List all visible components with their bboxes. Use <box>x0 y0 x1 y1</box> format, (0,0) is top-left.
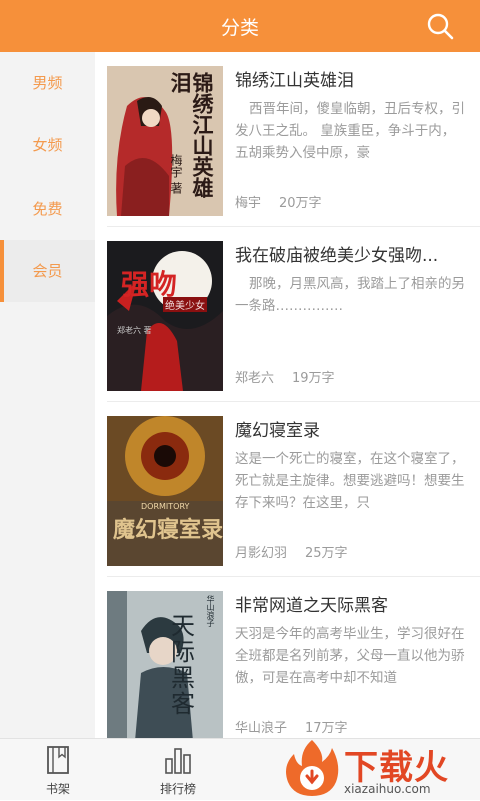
page-title: 分类 <box>220 17 259 39</box>
category-sidebar: 男频 女频 免费 会员 <box>0 52 95 738</box>
book-cover: DORMITORY 魔幻寝室录 <box>107 416 223 566</box>
book-word-count: 17万字 <box>305 721 348 736</box>
book-author: 华山浪子 <box>235 721 288 736</box>
cover-author: 郑老六 著 <box>117 326 152 335</box>
tab-label: 排行榜 <box>159 782 196 796</box>
book-description: 那晚，月黑风高，我踏上了相亲的另一条路…………… <box>235 276 465 314</box>
book-meta: 郑老六 19万字 <box>235 367 335 386</box>
sidebar-item-vip[interactable]: 会员 <box>0 240 95 302</box>
tab-label: 书架 <box>45 782 70 796</box>
list-item[interactable]: 锦绣江山英雄泪 梅宇 著 锦绣江山英雄泪 西晋年间，傻皇临朝，丑后专权，引发八王… <box>95 52 480 227</box>
tab-ranking[interactable]: 排行榜 <box>138 739 218 801</box>
book-title: 锦绣江山英雄泪 <box>235 71 354 91</box>
cover-title: 魔幻寝室录 <box>113 517 223 543</box>
list-item[interactable]: 强吻 绝美少女 郑老六 著 我在破庙被绝美少女强吻... 那晚，月黑风高，我踏上… <box>95 227 480 402</box>
sidebar-item-label: 男频 <box>32 74 63 92</box>
cover-title: 锦绣江山英雄泪 <box>168 72 215 198</box>
sidebar-item-label: 会员 <box>32 262 63 280</box>
top-app-bar: 分类 <box>0 0 480 52</box>
search-button[interactable] <box>426 12 454 40</box>
book-author: 郑老六 <box>235 371 275 386</box>
book-word-count: 25万字 <box>305 546 348 561</box>
book-description: 西晋年间，傻皇临朝，丑后专权，引发八王之乱。 皇族重臣，争斗于内，五胡乘势入侵中… <box>235 101 465 161</box>
list-item[interactable]: 天际黑客 华山浪子 非常网道之天际黑客 天羽是今年的高考毕业生，学习很好在全班都… <box>95 577 480 738</box>
tab-bookshelf[interactable]: 书架 <box>18 739 98 801</box>
book-word-count: 20万字 <box>279 196 322 211</box>
watermark-logo: 下载火 xiazaihuo.com <box>282 738 480 800</box>
sidebar-item-female[interactable]: 女频 <box>0 114 95 176</box>
flame-logo-icon <box>286 740 339 796</box>
book-word-count: 19万字 <box>292 371 335 386</box>
sidebar-item-label: 免费 <box>32 200 63 218</box>
ranking-icon <box>165 748 191 774</box>
watermark-url: xiazaihuo.com <box>344 782 431 796</box>
book-author: 梅宇 <box>235 196 262 211</box>
list-item[interactable]: DORMITORY 魔幻寝室录 魔幻寝室录 这是一个死亡的寝室，在这个寝室了，死… <box>95 402 480 577</box>
active-indicator <box>0 240 4 302</box>
book-cover: 强吻 绝美少女 郑老六 著 <box>107 241 223 391</box>
book-cover: 锦绣江山英雄泪 梅宇 著 <box>107 66 223 216</box>
book-title: 非常网道之天际黑客 <box>235 596 388 616</box>
book-title: 魔幻寝室录 <box>235 421 320 441</box>
book-meta: 梅宇 20万字 <box>235 192 322 211</box>
sidebar-item-free[interactable]: 免费 <box>0 178 95 240</box>
cover-subtitle: 绝美少女 <box>163 297 207 312</box>
book-author: 月影幻羽 <box>235 546 288 561</box>
sidebar-item-male[interactable]: 男频 <box>0 52 95 114</box>
book-list: 锦绣江山英雄泪 梅宇 著 锦绣江山英雄泪 西晋年间，傻皇临朝，丑后专权，引发八王… <box>95 52 480 738</box>
cover-author: 华山浪子 <box>206 595 215 627</box>
cover-subtitle: DORMITORY <box>141 502 190 511</box>
book-meta: 月影幻羽 25万字 <box>235 542 348 561</box>
book-description: 这是一个死亡的寝室，在这个寝室了，死亡就是主旋律。想要逃避吗！想要生存下来吗？在… <box>235 451 465 511</box>
book-title: 我在破庙被绝美少女强吻... <box>235 246 439 266</box>
cover-author: 梅宇 著 <box>169 154 183 194</box>
book-cover: 天际黑客 华山浪子 <box>107 591 223 738</box>
cover-title: 天际黑客 <box>171 612 195 718</box>
book-description: 天羽是今年的高考毕业生，学习很好在全班都是名列前茅，父母一直以他为骄傲，可是在高… <box>235 626 465 686</box>
sidebar-item-label: 女频 <box>32 136 63 154</box>
bookshelf-icon <box>47 746 69 774</box>
search-icon <box>427 13 454 40</box>
book-meta: 华山浪子 17万字 <box>235 717 348 736</box>
